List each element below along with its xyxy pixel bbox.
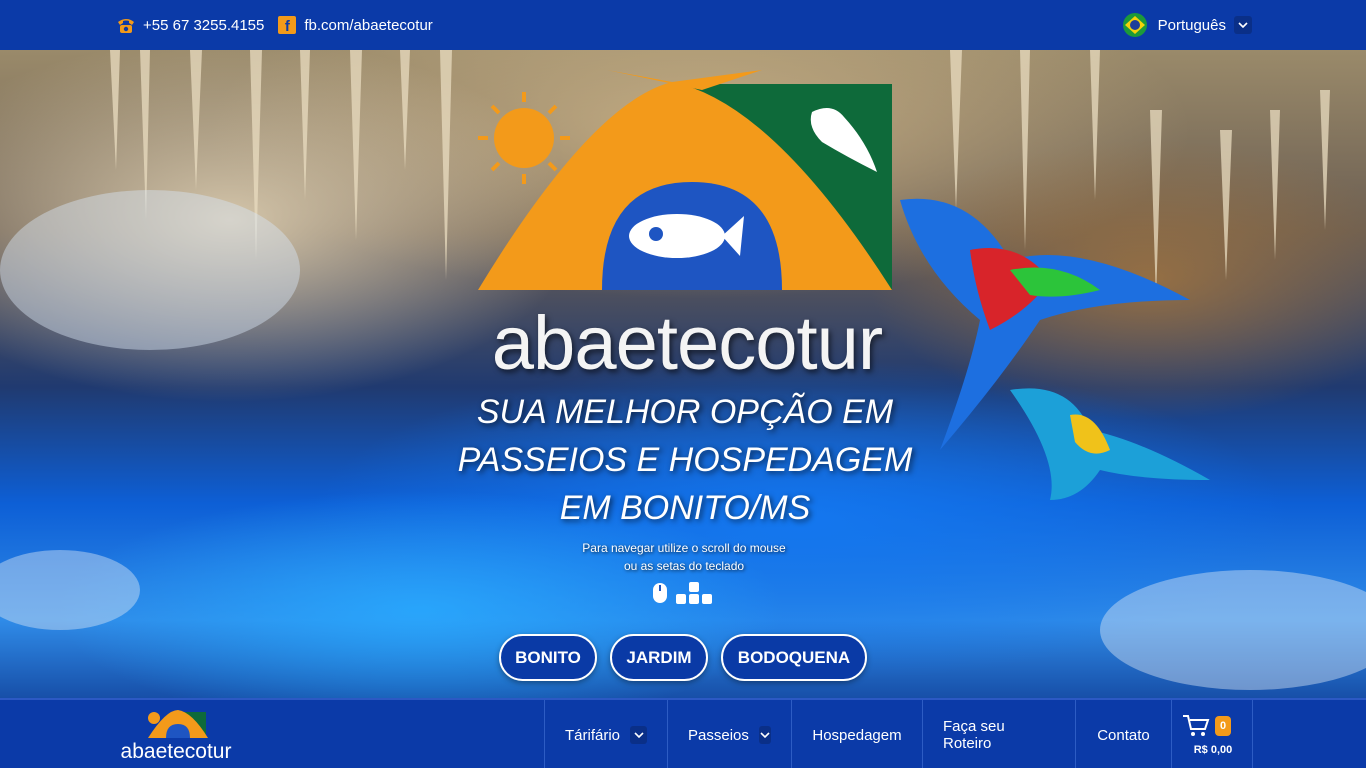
menu-item-contato[interactable]: Contato: [1075, 700, 1171, 768]
nav-menu: Tárifário Passeios Hospedagem Faça seu R…: [544, 700, 1171, 768]
hint-line-2: ou as setas do teclado: [623, 559, 745, 573]
menu-item-passeios[interactable]: Passeios: [667, 700, 791, 768]
mouse-icon: [653, 583, 667, 603]
cart-count-badge: 0: [1215, 716, 1231, 736]
phone-icon: [118, 19, 134, 33]
cart-total: R$ 0,00: [1193, 744, 1233, 756]
chevron-down-icon[interactable]: [630, 726, 647, 744]
facebook-url: fb.com/abaetecotur: [304, 16, 433, 34]
city-buttons: BONITO JARDIM BODOQUENA: [499, 634, 880, 681]
menu-item-tarifario[interactable]: Tárifário: [544, 700, 667, 768]
menu-label: Hospedagem: [812, 726, 902, 744]
navigation-hint: Para navegar utilize o scroll do mouse o…: [484, 539, 884, 575]
menu-label: Contato: [1097, 726, 1150, 744]
brand-name: abaetecotur: [491, 301, 883, 386]
facebook-icon: f: [278, 16, 297, 34]
hero-banner: abaetecotur SUA MELHOR OPÇÃO EM PASSEIOS…: [0, 50, 1366, 698]
facebook-link[interactable]: f fb.com/abaetecotur: [278, 16, 433, 34]
menu-item-faca-seu-roteiro[interactable]: Faça seu Roteiro: [922, 700, 1075, 768]
tagline-line-1: SUA MELHOR OPÇÃO EM: [476, 393, 894, 431]
phone-contact[interactable]: +55 67 3255.4155: [116, 16, 264, 34]
tagline-line-3: EM BONITO/MS: [559, 489, 811, 527]
jardim-button[interactable]: JARDIM: [610, 634, 708, 681]
brazil-flag-icon: [1122, 13, 1147, 37]
contact-info: +55 67 3255.4155 f fb.com/abaetecotur: [116, 16, 447, 34]
chevron-down-icon[interactable]: [758, 726, 771, 744]
top-bar: +55 67 3255.4155 f fb.com/abaetecotur Po…: [0, 0, 1366, 50]
hint-line-1: Para navegar utilize o scroll do mouse: [582, 541, 786, 555]
menu-label: Tárifário: [565, 726, 621, 744]
cart-icon: [1183, 715, 1210, 736]
hero-tagline: SUA MELHOR OPÇÃO EM PASSEIOS E HOSPEDAGE…: [380, 388, 990, 532]
bonito-button[interactable]: BONITO: [499, 634, 597, 681]
menu-label: Faça seu Roteiro: [943, 718, 1005, 752]
menu-label: Passeios: [688, 726, 749, 744]
bodoquena-button[interactable]: BODOQUENA: [721, 634, 867, 681]
shopping-cart[interactable]: 0 R$ 0,00: [1171, 700, 1253, 768]
main-navigation: abaetecotur Tárifário Passeios Hospedage…: [0, 698, 1366, 768]
language-selector[interactable]: Português: [1122, 13, 1252, 37]
phone-number: +55 67 3255.4155: [143, 16, 265, 34]
language-label: Português: [1157, 16, 1226, 34]
chevron-down-icon[interactable]: [1234, 16, 1252, 34]
arrow-keys-icon: [676, 582, 712, 604]
menu-item-hospedagem[interactable]: Hospedagem: [791, 700, 922, 768]
navigation-icons: [652, 582, 712, 604]
nav-brand-name[interactable]: abaetecotur: [116, 740, 236, 764]
tagline-line-2: PASSEIOS E HOSPEDAGEM: [457, 441, 913, 479]
